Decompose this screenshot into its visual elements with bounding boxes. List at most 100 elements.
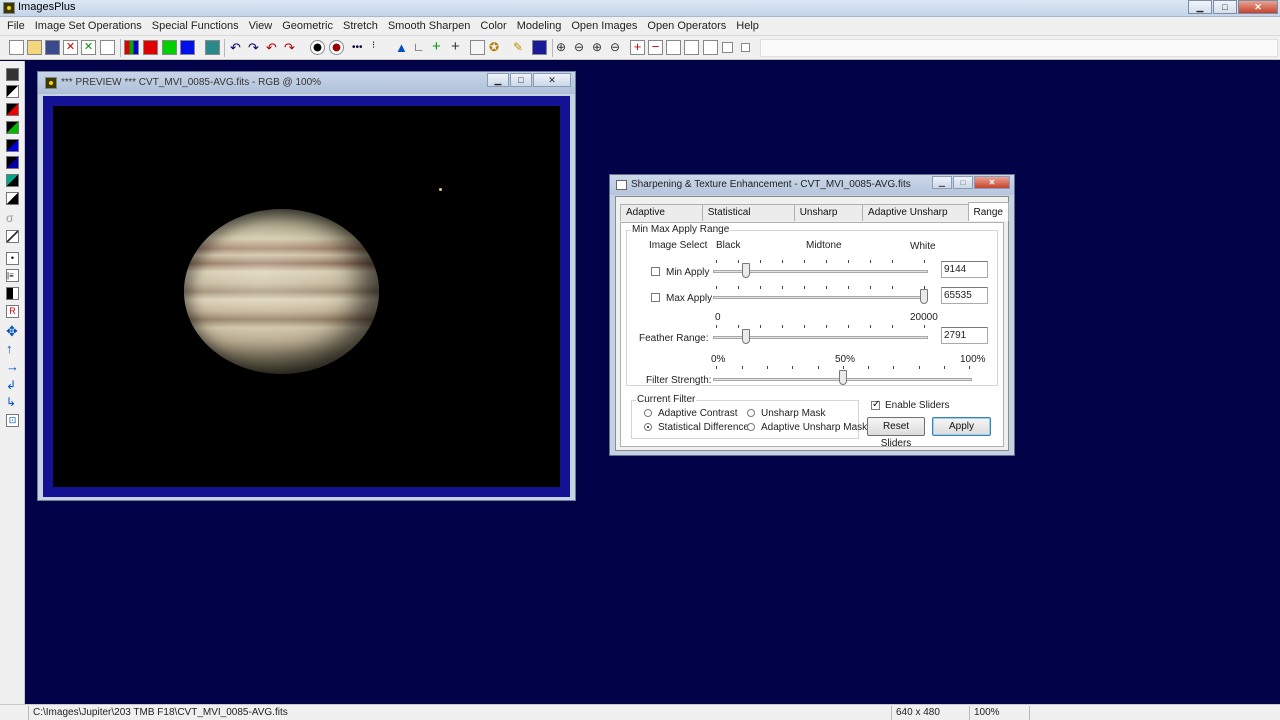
table-icon[interactable]: [532, 40, 547, 55]
points-icon[interactable]: ⁝: [372, 40, 387, 55]
filter-strength-slider-thumb[interactable]: [839, 370, 847, 385]
close-icon[interactable]: ✕: [1238, 0, 1278, 14]
menu-open-operators[interactable]: Open Operators: [642, 17, 731, 35]
pencil-icon[interactable]: ✎: [513, 40, 528, 55]
arrow-right-icon[interactable]: →: [6, 360, 19, 374]
redo-icon[interactable]: ↷: [248, 40, 263, 55]
radio-adaptive-unsharp-mask[interactable]: [747, 423, 755, 431]
radio-statistical-difference[interactable]: [644, 423, 652, 431]
max-apply-slider-track[interactable]: [713, 296, 928, 299]
rotate-left-icon[interactable]: ↲: [6, 379, 19, 392]
dotted-line-icon[interactable]: •••: [352, 40, 367, 55]
copy-icon[interactable]: [100, 40, 115, 55]
reset-sliders-button[interactable]: Reset Sliders: [867, 417, 925, 449]
radio-unsharp-mask[interactable]: [747, 409, 755, 417]
black-blue-icon[interactable]: [6, 139, 19, 152]
minus-box-icon[interactable]: −: [648, 40, 663, 55]
zoom-out-icon[interactable]: ⊖: [574, 40, 589, 55]
min-apply-checkbox[interactable]: [651, 267, 660, 276]
menu-smooth-sharpen[interactable]: Smooth Sharpen: [383, 17, 476, 35]
green-channel-icon[interactable]: [162, 40, 177, 55]
grid-overlay-icon[interactable]: [470, 40, 485, 55]
menu-open-images[interactable]: Open Images: [566, 17, 642, 35]
record-icon[interactable]: [310, 40, 325, 55]
undo-all-icon[interactable]: ↶: [266, 40, 281, 55]
plus-box-icon[interactable]: +: [630, 40, 645, 55]
image-canvas[interactable]: [53, 106, 560, 487]
rgb-icon[interactable]: [124, 40, 139, 55]
radio-adaptive-contrast[interactable]: [644, 409, 652, 417]
zoom-actual-icon[interactable]: ⊖: [610, 40, 625, 55]
histogram-icon[interactable]: ▲: [395, 40, 410, 55]
save-icon[interactable]: [6, 68, 19, 81]
open-folder-icon[interactable]: [27, 40, 42, 55]
tab-unsharp-mask[interactable]: Unsharp Mask: [793, 204, 864, 234]
maximize-icon[interactable]: □: [1213, 0, 1237, 14]
maximize-icon[interactable]: □: [510, 73, 532, 87]
maximize-icon[interactable]: □: [953, 176, 973, 189]
black-navy-icon[interactable]: [6, 156, 19, 169]
menu-special-functions[interactable]: Special Functions: [147, 17, 244, 35]
lasso-icon[interactable]: σ: [6, 212, 19, 225]
white-black-icon[interactable]: [6, 192, 19, 205]
list-icon[interactable]: |≡: [6, 269, 19, 282]
red-channel-icon[interactable]: [143, 40, 158, 55]
menu-color[interactable]: Color: [475, 17, 511, 35]
close-icon[interactable]: ✕: [974, 176, 1010, 189]
frame-icon-4[interactable]: [722, 42, 733, 53]
frame-icon-3[interactable]: [703, 40, 718, 55]
black-green-icon[interactable]: [6, 121, 19, 134]
undo-icon[interactable]: ↶: [230, 40, 245, 55]
tab-statistical-difference[interactable]: Statistical Difference: [701, 204, 795, 234]
grid-channel-icon[interactable]: [205, 40, 220, 55]
apply-button[interactable]: Apply: [932, 417, 991, 436]
menu-stretch[interactable]: Stretch: [338, 17, 383, 35]
crosshair-icon[interactable]: +: [451, 39, 466, 55]
blue-channel-icon[interactable]: [180, 40, 195, 55]
feather-slider-thumb[interactable]: [742, 329, 750, 344]
min-apply-value[interactable]: 9144: [941, 261, 988, 278]
frame-icon-1[interactable]: [666, 40, 681, 55]
black-white-icon[interactable]: [6, 85, 19, 98]
max-apply-value[interactable]: 65535: [941, 287, 988, 304]
info-icon[interactable]: ⊡: [6, 414, 19, 427]
tab-adaptive-unsharp-mask[interactable]: Adaptive Unsharp Mask: [862, 204, 969, 234]
move-icon[interactable]: ✥: [6, 324, 19, 338]
frame-icon-5[interactable]: [741, 43, 750, 52]
max-apply-checkbox[interactable]: [651, 293, 660, 302]
frame-icon-2[interactable]: [684, 40, 699, 55]
curve-icon[interactable]: ∟: [413, 40, 428, 55]
menu-help[interactable]: Help: [731, 17, 764, 35]
min-apply-slider-thumb[interactable]: [742, 263, 750, 278]
save-icon[interactable]: [45, 40, 60, 55]
max-apply-slider-thumb[interactable]: [920, 289, 928, 304]
dialog-title-bar[interactable]: Sharpening & Texture Enhancement - CVT_M…: [610, 175, 1014, 195]
select-point-icon[interactable]: •: [6, 252, 19, 265]
enable-sliders-checkbox[interactable]: [871, 399, 880, 410]
diagonal-icon[interactable]: [6, 230, 19, 243]
close-icon[interactable]: ✕: [533, 73, 571, 87]
region-select-icon[interactable]: R: [6, 305, 19, 318]
feather-range-value[interactable]: 2791: [941, 327, 988, 344]
menu-image-set-operations[interactable]: Image Set Operations: [30, 17, 147, 35]
crosshair-green-icon[interactable]: +: [432, 39, 447, 55]
minimize-icon[interactable]: ▁: [1188, 0, 1212, 14]
preview-title-bar[interactable]: *** PREVIEW *** CVT_MVI_0085-AVG.fits - …: [38, 72, 575, 94]
new-file-icon[interactable]: [9, 40, 24, 55]
black-bar-icon[interactable]: [6, 287, 19, 300]
teal-black-icon[interactable]: [6, 174, 19, 187]
redo-all-icon[interactable]: ↷: [284, 40, 299, 55]
tab-range[interactable]: Range: [967, 202, 1009, 221]
minimize-icon[interactable]: ▁: [932, 176, 952, 189]
tab-adaptive-contrast[interactable]: Adaptive Contrast: [620, 204, 703, 234]
menu-file[interactable]: File: [2, 17, 30, 35]
zoom-in-icon[interactable]: ⊕: [556, 40, 571, 55]
camera-icon[interactable]: ✪: [489, 40, 504, 55]
arrow-up-icon[interactable]: ↑: [6, 342, 19, 356]
stop-record-icon[interactable]: [329, 40, 344, 55]
close-image-icon[interactable]: ✕: [63, 40, 78, 55]
black-red-icon[interactable]: [6, 103, 19, 116]
minimize-icon[interactable]: ▁: [487, 73, 509, 87]
zoom-fit-icon[interactable]: ⊕: [592, 40, 607, 55]
menu-modeling[interactable]: Modeling: [512, 17, 567, 35]
